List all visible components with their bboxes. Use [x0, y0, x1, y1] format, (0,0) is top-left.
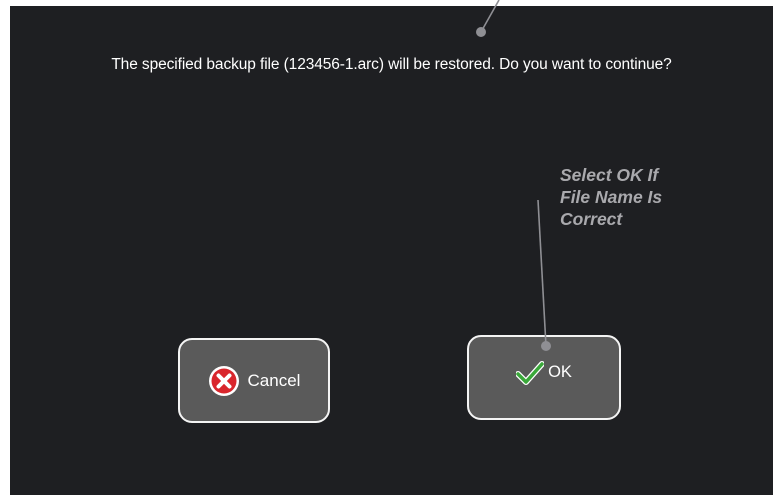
restore-confirmation-dialog: The specified backup file (123456-1.arc)… [10, 6, 773, 495]
annotation-line: Select OK If [560, 165, 659, 185]
ok-button-label: OK [548, 363, 572, 381]
cancel-button-label: Cancel [247, 370, 301, 390]
x-circle-icon [208, 365, 240, 397]
select-ok-annotation: Select OK If File Name Is Correct [560, 164, 662, 230]
ok-button[interactable]: OK [467, 335, 621, 420]
annotation-line: File Name Is [560, 187, 663, 207]
checkmark-icon [515, 360, 546, 385]
annotation-line: Correct [560, 209, 623, 229]
cancel-button[interactable]: Cancel [178, 338, 330, 423]
confirmation-message: The specified backup file (123456-1.arc)… [111, 56, 672, 73]
